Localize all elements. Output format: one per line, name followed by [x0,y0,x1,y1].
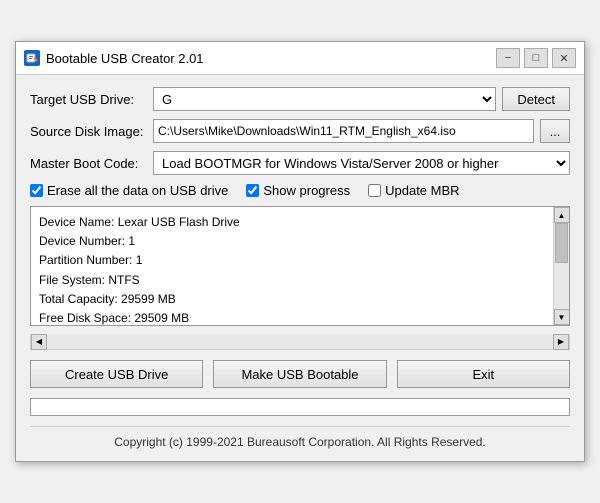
target-usb-controls: G Detect [153,87,570,111]
erase-usb-checkbox-label[interactable]: Erase all the data on USB drive [30,183,228,198]
show-progress-checkbox-label[interactable]: Show progress [246,183,350,198]
source-disk-label: Source Disk Image: [30,124,145,139]
show-progress-checkbox[interactable] [246,184,259,197]
scroll-track [554,223,569,309]
main-window: Bootable USB Creator 2.01 − □ ✕ Target U… [15,41,585,462]
maximize-button[interactable]: □ [524,48,548,68]
erase-usb-label: Erase all the data on USB drive [47,183,228,198]
target-usb-row: Target USB Drive: G Detect [30,87,570,111]
source-disk-row: Source Disk Image: ... [30,119,570,143]
update-mbr-label: Update MBR [385,183,459,198]
device-info-line: File System: NTFS [39,271,551,290]
vertical-scrollbar[interactable]: ▲ ▼ [553,207,569,325]
target-usb-select[interactable]: G [153,87,496,111]
device-info-container: Device Name: Lexar USB Flash DriveDevice… [30,206,570,326]
scroll-down-arrow[interactable]: ▼ [554,309,570,325]
source-disk-controls: ... [153,119,570,143]
detect-button[interactable]: Detect [502,87,570,111]
scroll-right-arrow[interactable]: ▶ [553,334,569,350]
master-boot-row: Master Boot Code: Load BOOTMGR for Windo… [30,151,570,175]
master-boot-select[interactable]: Load BOOTMGR for Windows Vista/Server 20… [153,151,570,175]
device-info-line: Device Number: 1 [39,232,551,251]
device-info-lines: Device Name: Lexar USB Flash DriveDevice… [39,213,551,325]
update-mbr-checkbox-label[interactable]: Update MBR [368,183,459,198]
device-info-line: Total Capacity: 29599 MB [39,290,551,309]
show-progress-label: Show progress [263,183,350,198]
window-title: Bootable USB Creator 2.01 [46,51,490,66]
update-mbr-checkbox[interactable] [368,184,381,197]
action-buttons-row: Create USB Drive Make USB Bootable Exit [30,360,570,388]
device-info-text: Device Name: Lexar USB Flash DriveDevice… [31,207,569,325]
make-bootable-button[interactable]: Make USB Bootable [213,360,386,388]
erase-usb-checkbox[interactable] [30,184,43,197]
device-info-line: Device Name: Lexar USB Flash Drive [39,213,551,232]
title-buttons: − □ ✕ [496,48,576,68]
progress-bar [30,398,570,416]
horizontal-scrollbar: ◀ ▶ [30,334,570,350]
create-usb-button[interactable]: Create USB Drive [30,360,203,388]
exit-button[interactable]: Exit [397,360,570,388]
close-button[interactable]: ✕ [552,48,576,68]
scroll-thumb[interactable] [555,223,568,263]
browse-button[interactable]: ... [540,119,570,143]
title-bar: Bootable USB Creator 2.01 − □ ✕ [16,42,584,75]
target-usb-label: Target USB Drive: [30,92,145,107]
minimize-button[interactable]: − [496,48,520,68]
h-scroll-track [47,334,553,349]
device-info-line: Partition Number: 1 [39,251,551,270]
checkboxes-row: Erase all the data on USB drive Show pro… [30,183,570,198]
app-icon [24,50,40,66]
device-info-line: Free Disk Space: 29509 MB [39,309,551,325]
source-disk-input[interactable] [153,119,534,143]
content-area: Target USB Drive: G Detect Source Disk I… [16,75,584,461]
scroll-up-arrow[interactable]: ▲ [554,207,570,223]
master-boot-label: Master Boot Code: [30,156,145,171]
scroll-left-arrow[interactable]: ◀ [31,334,47,350]
copyright: Copyright (c) 1999-2021 Bureausoft Corpo… [30,426,570,449]
master-boot-controls: Load BOOTMGR for Windows Vista/Server 20… [153,151,570,175]
